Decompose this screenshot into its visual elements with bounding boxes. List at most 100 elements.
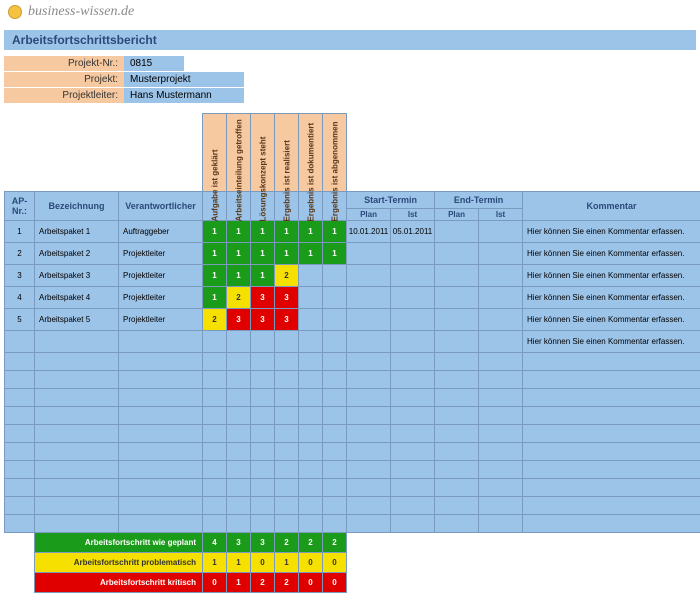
blank-cell[interactable] [227,389,251,407]
cell-start-ist[interactable] [391,309,435,331]
blank-cell[interactable] [323,461,347,479]
blank-cell[interactable] [275,497,299,515]
blank-cell[interactable] [435,497,479,515]
cell-bez[interactable] [35,331,119,353]
blank-cell[interactable] [435,479,479,497]
cell-ap[interactable]: 3 [5,265,35,287]
cell-status[interactable]: 1 [203,221,227,243]
blank-cell[interactable] [479,425,523,443]
blank-cell[interactable] [323,425,347,443]
blank-cell[interactable] [227,353,251,371]
blank-cell[interactable] [391,353,435,371]
cell-status[interactable]: 3 [275,287,299,309]
cell-bez[interactable]: Arbeitspaket 1 [35,221,119,243]
cell-status[interactable] [275,331,299,353]
cell-ver[interactable] [119,331,203,353]
cell-ap[interactable]: 4 [5,287,35,309]
blank-cell[interactable] [435,461,479,479]
cell-status[interactable]: 1 [203,287,227,309]
blank-cell[interactable] [227,497,251,515]
blank-cell[interactable] [35,515,119,533]
blank-cell[interactable] [275,443,299,461]
cell-kommentar[interactable]: Hier können Sie einen Kommentar erfassen… [523,221,700,243]
blank-cell[interactable] [275,353,299,371]
blank-cell[interactable] [5,461,35,479]
blank-cell[interactable] [119,461,203,479]
blank-cell[interactable] [523,353,700,371]
cell-status[interactable]: 3 [251,309,275,331]
cell-status[interactable]: 3 [251,287,275,309]
cell-end-ist[interactable] [479,243,523,265]
cell-status[interactable]: 1 [251,243,275,265]
blank-cell[interactable] [323,389,347,407]
blank-cell[interactable] [203,353,227,371]
cell-kommentar[interactable]: Hier können Sie einen Kommentar erfassen… [523,309,700,331]
blank-cell[interactable] [299,497,323,515]
cell-status[interactable] [203,331,227,353]
cell-status[interactable]: 1 [203,265,227,287]
blank-cell[interactable] [347,407,391,425]
blank-cell[interactable] [251,425,275,443]
cell-status[interactable]: 1 [227,265,251,287]
cell-ap[interactable]: 1 [5,221,35,243]
cell-end-ist[interactable] [479,287,523,309]
blank-cell[interactable] [523,497,700,515]
blank-cell[interactable] [299,425,323,443]
blank-cell[interactable] [227,479,251,497]
blank-cell[interactable] [479,479,523,497]
cell-start-ist[interactable] [391,243,435,265]
blank-cell[interactable] [35,461,119,479]
cell-kommentar[interactable]: Hier können Sie einen Kommentar erfassen… [523,331,700,353]
cell-end-plan[interactable] [435,243,479,265]
blank-cell[interactable] [251,461,275,479]
blank-cell[interactable] [35,371,119,389]
cell-end-plan[interactable] [435,309,479,331]
meta-projektnr-value[interactable]: 0815 [124,56,184,71]
blank-cell[interactable] [119,443,203,461]
blank-cell[interactable] [227,371,251,389]
blank-cell[interactable] [251,479,275,497]
blank-cell[interactable] [35,353,119,371]
blank-cell[interactable] [391,371,435,389]
cell-ver[interactable]: Projektleiter [119,243,203,265]
blank-cell[interactable] [251,497,275,515]
blank-cell[interactable] [479,497,523,515]
blank-cell[interactable] [5,515,35,533]
cell-end-ist[interactable] [479,309,523,331]
blank-cell[interactable] [523,371,700,389]
cell-end-plan[interactable] [435,265,479,287]
cell-status[interactable] [299,265,323,287]
blank-cell[interactable] [323,479,347,497]
cell-end-plan[interactable] [435,221,479,243]
cell-status[interactable] [323,309,347,331]
cell-status[interactable] [299,287,323,309]
cell-status[interactable] [251,331,275,353]
cell-status[interactable]: 2 [275,265,299,287]
blank-cell[interactable] [275,515,299,533]
cell-start-plan[interactable] [347,265,391,287]
cell-date[interactable] [479,331,523,353]
cell-status[interactable]: 1 [227,221,251,243]
blank-cell[interactable] [435,425,479,443]
blank-cell[interactable] [523,389,700,407]
cell-kommentar[interactable]: Hier können Sie einen Kommentar erfassen… [523,243,700,265]
blank-cell[interactable] [251,443,275,461]
blank-cell[interactable] [391,515,435,533]
cell-date[interactable] [347,331,391,353]
cell-status[interactable]: 1 [251,221,275,243]
cell-status[interactable]: 1 [299,243,323,265]
blank-cell[interactable] [227,461,251,479]
blank-cell[interactable] [35,497,119,515]
blank-cell[interactable] [435,371,479,389]
cell-start-ist[interactable]: 05.01.2011 [391,221,435,243]
blank-cell[interactable] [227,515,251,533]
cell-ver[interactable]: Projektleiter [119,309,203,331]
blank-cell[interactable] [275,407,299,425]
blank-cell[interactable] [523,443,700,461]
cell-start-ist[interactable] [391,287,435,309]
cell-start-plan[interactable] [347,287,391,309]
cell-ap[interactable]: 2 [5,243,35,265]
blank-cell[interactable] [523,479,700,497]
cell-bez[interactable]: Arbeitspaket 2 [35,243,119,265]
blank-cell[interactable] [479,461,523,479]
